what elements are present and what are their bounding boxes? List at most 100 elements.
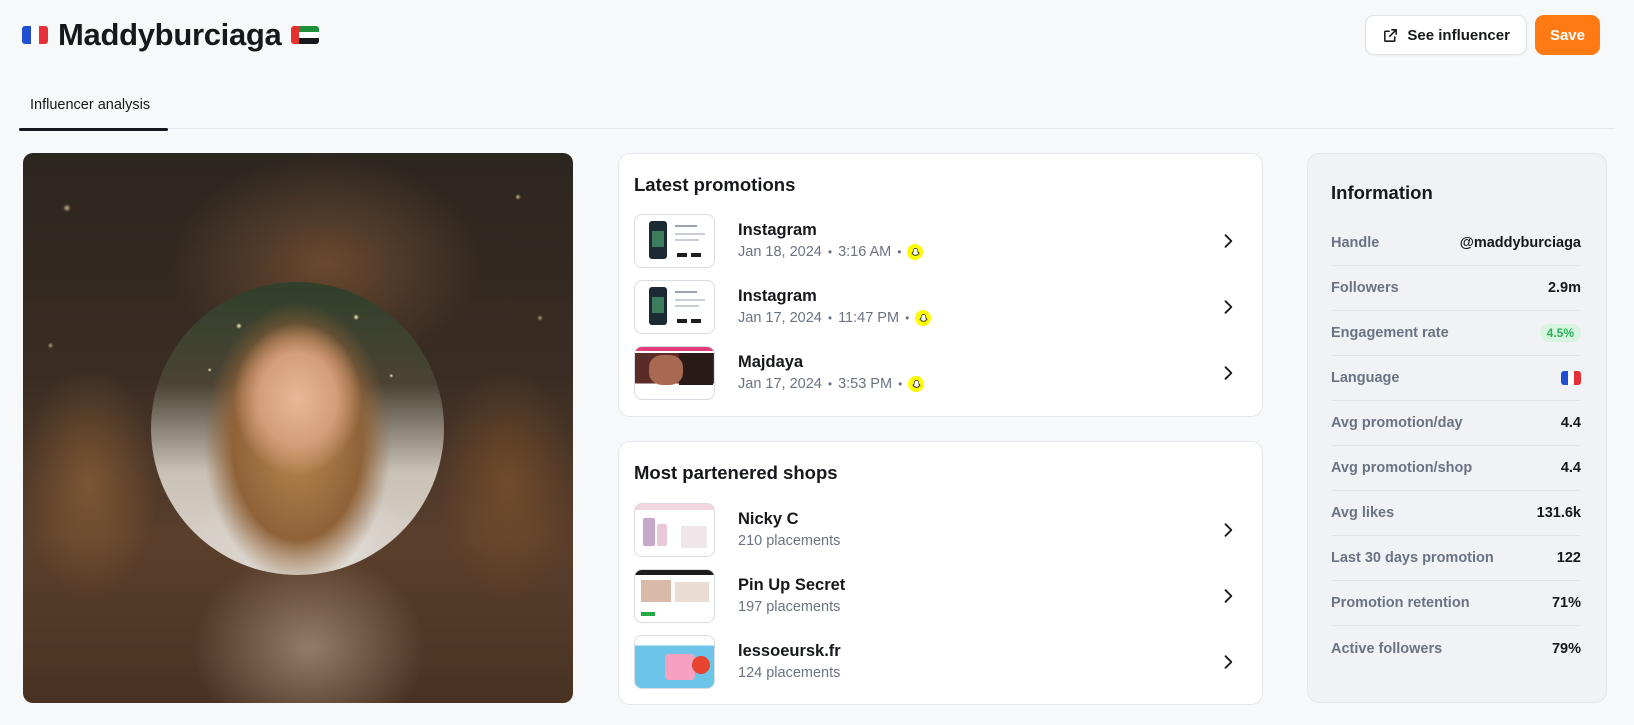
france-flag-icon (22, 26, 48, 44)
promotion-time: 3:16 AM (838, 244, 892, 260)
promotion-title: Majdaya (738, 353, 804, 371)
info-value: @maddyburciaga (1459, 235, 1581, 251)
promotion-time: 3:53 PM (838, 376, 893, 392)
info-value: 131.6k (1536, 505, 1581, 521)
shop-name: Pin Up Secret (738, 576, 846, 594)
shop-text: Nicky C 210 placements (738, 509, 1218, 551)
info-label: Promotion retention (1331, 595, 1470, 611)
info-label: Engagement rate (1331, 325, 1449, 341)
info-row-language: Language (1331, 356, 1581, 401)
header-actions: See influencer Save (1365, 15, 1600, 55)
promotion-title: Instagram (738, 287, 817, 305)
info-row-avg-likes: Avg likes 131.6k (1331, 491, 1581, 536)
promotion-row[interactable]: Instagram Jan 17, 2024 • 11:47 PM • (634, 280, 1247, 334)
promotion-meta: Jan 17, 2024 • 3:53 PM • (738, 374, 1218, 394)
promotion-text: Instagram Jan 18, 2024 • 3:16 AM • (738, 220, 1218, 262)
profile-photo-background (23, 153, 573, 703)
latest-promotions-title: Latest promotions (634, 174, 796, 195)
info-label: Language (1331, 370, 1400, 386)
info-value: 4.4 (1560, 460, 1581, 476)
separator-dot: • (898, 377, 903, 391)
info-value: 4.4 (1560, 415, 1581, 431)
tab-bar: Influencer analysis (19, 87, 1615, 131)
separator-dot: • (827, 245, 833, 259)
promotion-thumbnail (634, 214, 715, 268)
avatar (151, 282, 444, 575)
info-row-last-30-days: Last 30 days promotion 122 (1331, 536, 1581, 581)
shop-placements: 210 placements (738, 533, 841, 549)
info-label: Active followers (1331, 640, 1443, 657)
information-title: Information (1331, 182, 1433, 203)
separator-dot: • (827, 311, 833, 325)
shop-row[interactable]: Nicky C 210 placements (634, 503, 1247, 557)
shop-text: lessoeursk.fr 124 placements (738, 641, 1218, 683)
information-card: Information Handle @maddyburciaga Follow… (1307, 153, 1607, 703)
shop-placements: 124 placements (738, 665, 841, 681)
info-label: Handle (1331, 235, 1380, 251)
see-influencer-button[interactable]: See influencer (1365, 15, 1527, 55)
shop-name: Nicky C (738, 510, 799, 528)
france-flag-icon (1561, 371, 1581, 385)
chevron-right-icon (1224, 589, 1233, 603)
tab-active-indicator (19, 128, 168, 131)
chevron-right-icon (1224, 523, 1233, 537)
promotion-title: Instagram (738, 221, 817, 239)
info-value: 122 (1556, 550, 1581, 566)
promotion-date: Jan 18, 2024 (738, 244, 822, 260)
info-label: Avg likes (1331, 505, 1395, 521)
info-row-promotion-retention: Promotion retention 71% (1331, 581, 1581, 626)
shop-thumbnail (634, 569, 715, 623)
separator-dot: • (905, 311, 910, 325)
shop-thumbnail (634, 635, 715, 689)
chevron-right-icon (1224, 366, 1233, 380)
promotion-row[interactable]: Majdaya Jan 17, 2024 • 3:53 PM • (634, 346, 1247, 400)
shop-text: Pin Up Secret 197 placements (738, 575, 1218, 617)
info-value: 71% (1551, 595, 1581, 611)
promotion-thumbnail (634, 280, 715, 334)
uae-flag-icon (291, 26, 320, 44)
partnered-shops-title: Most partenered shops (634, 462, 838, 483)
promotion-text: Instagram Jan 17, 2024 • 11:47 PM • (738, 286, 1218, 328)
title-wrap: Maddyburciaga (22, 17, 320, 53)
info-label: Last 30 days promotion (1331, 550, 1494, 566)
info-row-followers: Followers 2.9m (1331, 266, 1581, 311)
partnered-shops-card: Most partenered shops Nicky C 210 placem… (618, 441, 1263, 705)
shop-thumbnail (634, 503, 715, 557)
chevron-right-icon (1224, 300, 1233, 314)
snapchat-icon (907, 244, 924, 260)
latest-promotions-card: Latest promotions Instagram Jan 18, 2024… (618, 153, 1263, 417)
external-link-icon (1384, 28, 1398, 42)
separator-dot: • (827, 377, 833, 391)
see-influencer-label: See influencer (1407, 26, 1510, 44)
promotion-meta: Jan 17, 2024 • 11:47 PM • (738, 308, 1218, 328)
info-label: Avg promotion/shop (1331, 460, 1473, 476)
page-header: Maddyburciaga See influencer Save (22, 14, 1600, 56)
shop-placements: 197 placements (738, 599, 841, 615)
promotion-date: Jan 17, 2024 (738, 376, 822, 392)
info-row-handle: Handle @maddyburciaga (1331, 221, 1581, 266)
info-row-active-followers: Active followers 79% (1331, 626, 1581, 671)
separator-dot: • (897, 245, 902, 259)
shop-name: lessoeursk.fr (738, 642, 841, 660)
save-button[interactable]: Save (1534, 15, 1600, 55)
chevron-right-icon (1224, 234, 1233, 248)
info-value: 2.9m (1547, 280, 1581, 296)
engagement-rate-badge: 4.5% (1539, 324, 1581, 342)
promotion-row[interactable]: Instagram Jan 18, 2024 • 3:16 AM • (634, 214, 1247, 268)
info-row-avg-promotion-day: Avg promotion/day 4.4 (1331, 401, 1581, 446)
tab-label: Influencer analysis (30, 97, 151, 113)
page-title: Maddyburciaga (58, 17, 282, 52)
tab-influencer-analysis[interactable]: Influencer analysis (19, 87, 168, 131)
shop-row[interactable]: lessoeursk.fr 124 placements (634, 635, 1247, 689)
promotion-text: Majdaya Jan 17, 2024 • 3:53 PM • (738, 352, 1218, 394)
info-row-avg-promotion-shop: Avg promotion/shop 4.4 (1331, 446, 1581, 491)
promotion-date: Jan 17, 2024 (738, 310, 822, 326)
chevron-right-icon (1224, 655, 1233, 669)
shop-row[interactable]: Pin Up Secret 197 placements (634, 569, 1247, 623)
snapchat-icon (908, 376, 925, 392)
promotion-thumbnail (634, 346, 715, 400)
info-row-engagement-rate: Engagement rate 4.5% (1331, 311, 1581, 356)
promotion-time: 11:47 PM (838, 310, 900, 326)
info-value: 79% (1551, 640, 1581, 657)
info-label: Avg promotion/day (1331, 415, 1463, 431)
